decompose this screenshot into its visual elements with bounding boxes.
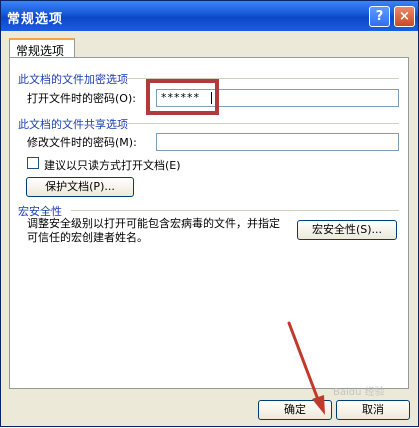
arrow-head	[312, 395, 325, 415]
arrow-shaft	[287, 321, 322, 407]
general-options-dialog: 常规选项 ? × 常规选项 此文档的文件加密选项 打开文件时的密码(O): **…	[0, 0, 419, 427]
watermark: Baidu 经验	[333, 387, 385, 398]
annotation-arrow	[287, 321, 325, 415]
